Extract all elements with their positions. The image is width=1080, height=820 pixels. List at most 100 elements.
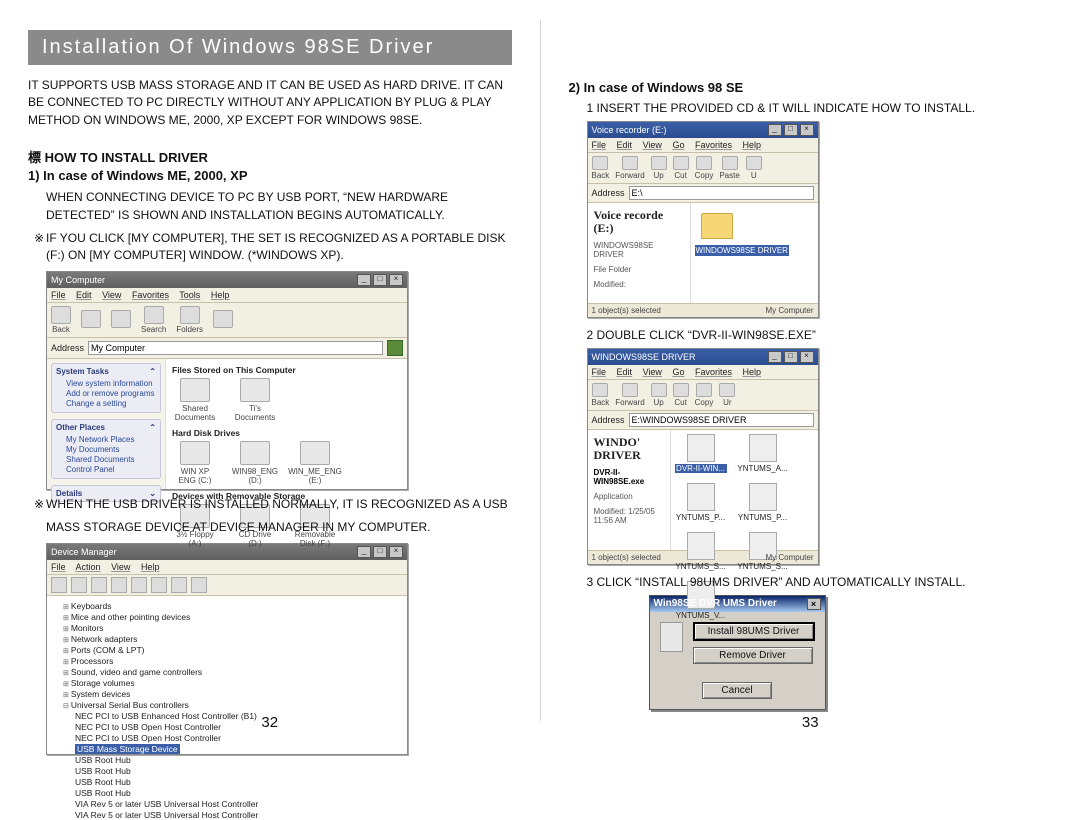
place-link[interactable]: Control Panel [66,465,156,474]
toolbar-up[interactable] [111,310,131,329]
device-tree-leaf[interactable]: USB Root Hub [75,777,403,787]
place-link[interactable]: My Network Places [66,435,156,444]
menu-edit[interactable]: Edit [617,140,633,150]
toolbar-up[interactable]: Up [651,156,667,180]
dm-tool-icon[interactable] [151,577,167,593]
close-button[interactable]: × [389,274,403,286]
menu-file[interactable]: File [51,562,66,572]
menu-help[interactable]: Help [141,562,160,572]
task-link[interactable]: Change a setting [66,399,156,408]
minimize-button[interactable]: _ [768,124,782,136]
maximize-button[interactable]: □ [373,274,387,286]
menu-edit[interactable]: Edit [617,367,633,377]
file-item[interactable]: YNTUMS_A... [737,434,789,473]
folder-icon[interactable]: Shared Documents [172,378,218,422]
minimize-button[interactable]: _ [768,351,782,363]
device-tree-leaf[interactable]: VIA Rev 5 or later USB Universal Host Co… [75,810,403,820]
place-link[interactable]: My Documents [66,445,156,454]
menu-tools[interactable]: Tools [179,290,200,300]
close-button[interactable]: × [807,598,821,610]
toolbar-back[interactable]: Back [592,383,610,407]
remove-driver-button[interactable]: Remove Driver [693,647,813,664]
close-button[interactable]: × [800,351,814,363]
device-tree-leaf[interactable]: VIA Rev 5 or later USB Universal Host Co… [75,799,403,809]
device-tree-node[interactable]: Mice and other pointing devices [63,612,403,622]
drive-icon[interactable]: WIN_ME_ENG (E:) [292,441,338,485]
device-tree-node[interactable]: Network adapters [63,634,403,644]
maximize-button[interactable]: □ [373,546,387,558]
close-button[interactable]: × [389,546,403,558]
address-input[interactable] [629,413,814,427]
file-item[interactable]: YNTUMS_P... [737,483,789,522]
menu-go[interactable]: Go [672,367,684,377]
toolbar-forward[interactable] [81,310,101,329]
drive-icon[interactable]: WIN98_ENG (D:) [232,441,278,485]
device-tree-leaf[interactable]: USB Mass Storage Device [75,744,403,754]
toolbar-forward[interactable]: Forward [615,383,644,407]
menu-file[interactable]: File [592,367,607,377]
device-tree-node[interactable]: Processors [63,656,403,666]
maximize-button[interactable]: □ [784,351,798,363]
install-driver-button[interactable]: Install 98UMS Driver [693,622,815,641]
dm-tool-icon[interactable] [91,577,107,593]
maximize-button[interactable]: □ [784,124,798,136]
address-input[interactable] [629,186,814,200]
toolbar-back[interactable]: Back [51,306,71,334]
place-link[interactable]: Shared Documents [66,455,156,464]
minimize-button[interactable]: _ [357,274,371,286]
dm-tool-icon[interactable] [131,577,147,593]
device-tree-node[interactable]: Monitors [63,623,403,633]
menu-help[interactable]: Help [211,290,230,300]
dm-tool-icon[interactable] [71,577,87,593]
menu-view[interactable]: View [643,367,662,377]
device-tree-node[interactable]: Storage volumes [63,678,403,688]
menu-file[interactable]: File [51,290,66,300]
dm-tool-icon[interactable] [51,577,67,593]
address-input[interactable] [88,341,383,355]
device-tree-leaf[interactable]: USB Root Hub [75,788,403,798]
folder-icon[interactable]: Ti's Documents [232,378,278,422]
toolbar-copy[interactable]: Copy [695,156,714,180]
dm-tool-icon[interactable] [191,577,207,593]
device-tree-node[interactable]: Ports (COM & LPT) [63,645,403,655]
menu-view[interactable]: View [111,562,130,572]
toolbar-up[interactable]: Up [651,383,667,407]
device-tree-leaf[interactable]: USB Root Hub [75,766,403,776]
menu-view[interactable]: View [643,140,662,150]
menu-edit[interactable]: Edit [76,290,92,300]
device-tree-node[interactable]: System devices [63,689,403,699]
menu-favorites[interactable]: Favorites [695,140,732,150]
file-item[interactable]: YNTUMS_P... [675,483,727,522]
toolbar-cut[interactable]: Cut [673,156,689,180]
menu-favorites[interactable]: Favorites [132,290,169,300]
toolbar-copy[interactable]: Copy [695,383,714,407]
toolbar-folders[interactable]: Folders [176,306,203,334]
toolbar-search[interactable]: Search [141,306,166,334]
folder-icon[interactable] [701,213,733,239]
toolbar-forward[interactable]: Forward [615,156,644,180]
device-tree-node[interactable]: Sound, video and game controllers [63,667,403,677]
file-item[interactable]: YNTUMS_S... [675,532,727,571]
dm-tool-icon[interactable] [171,577,187,593]
task-link[interactable]: View system information [66,379,156,388]
file-item[interactable]: DVR-II-WIN... [675,434,727,473]
file-item[interactable]: YNTUMS_S... [737,532,789,571]
toolbar-views[interactable] [213,310,233,329]
menu-action[interactable]: Action [76,562,101,572]
dm-tool-icon[interactable] [111,577,127,593]
toolbar-back[interactable]: Back [592,156,610,180]
menu-file[interactable]: File [592,140,607,150]
device-tree-leaf[interactable]: USB Root Hub [75,755,403,765]
drive-icon[interactable]: WIN XP ENG (C:) [172,441,218,485]
task-link[interactable]: Add or remove programs [66,389,156,398]
toolbar-more[interactable]: U [746,156,762,180]
menu-help[interactable]: Help [743,140,762,150]
toolbar-cut[interactable]: Cut [673,383,689,407]
menu-go[interactable]: Go [672,140,684,150]
menu-view[interactable]: View [102,290,121,300]
device-tree-node[interactable]: Keyboards [63,601,403,611]
device-tree-leaf[interactable]: NEC PCI to USB Open Host Controller [75,733,403,743]
menu-help[interactable]: Help [743,367,762,377]
toolbar-paste[interactable]: Paste [719,156,739,180]
menu-favorites[interactable]: Favorites [695,367,732,377]
